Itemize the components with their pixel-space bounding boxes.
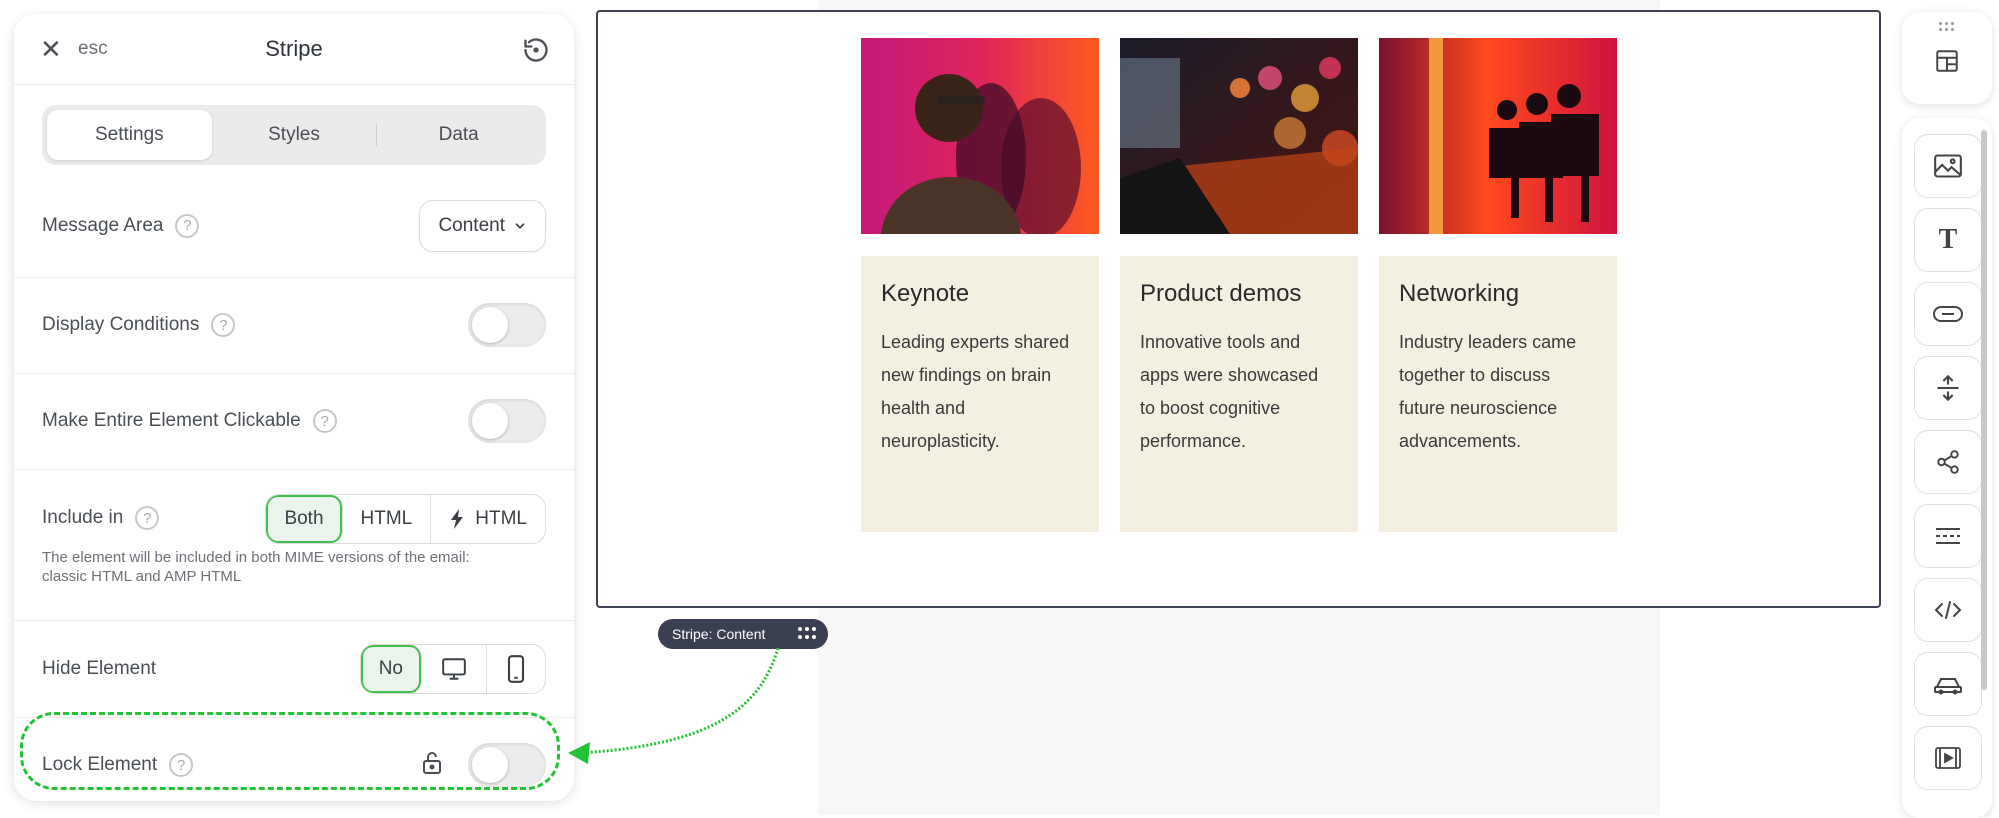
hide-element-selector: No [359,644,546,694]
amp-html-label: HTML [475,508,527,529]
message-area-label: Message Area [42,214,164,236]
tab-settings[interactable]: Settings [47,110,212,160]
make-clickable-row: Make Entire Element Clickable ? [14,373,574,470]
text-icon[interactable]: T [1914,208,1982,272]
esc-label: esc [78,38,108,59]
display-conditions-label: Display Conditions [42,314,200,335]
drag-dots-icon[interactable] [1939,22,1954,31]
make-clickable-label: Make Entire Element Clickable [42,410,301,431]
video-icon[interactable] [1914,726,1982,790]
drag-handle-icon[interactable] [798,627,816,639]
help-icon[interactable]: ? [135,506,160,530]
include-in-selector: Both HTML HTML [265,494,546,544]
stripe-selection-outline[interactable] [596,10,1881,608]
message-area-row: Message Area ? Content [14,174,574,278]
tab-data[interactable]: Data [376,110,541,160]
toolbar-top [1902,12,1992,104]
panel-tabs: Settings Styles Data [42,105,546,165]
lightning-icon [451,509,464,529]
highlight-annotation [20,712,560,790]
social-icon[interactable] [1914,430,1982,494]
desktop-icon[interactable] [422,645,487,693]
panel-header: ✕ esc Stripe [14,14,574,85]
include-amp-html-button[interactable]: HTML [431,495,545,543]
history-icon[interactable] [522,36,550,69]
message-area-value: Content [438,214,505,236]
close-icon[interactable]: ✕ [40,34,68,65]
message-area-dropdown[interactable]: Content [419,199,546,252]
mobile-icon[interactable] [487,645,545,693]
display-conditions-toggle[interactable] [468,303,546,347]
hide-element-label: Hide Element [42,658,157,679]
make-clickable-toggle[interactable] [468,399,546,443]
layout-blocks-icon[interactable] [1934,48,1960,79]
include-both-button[interactable]: Both [266,495,343,543]
include-html-button[interactable]: HTML [343,495,432,543]
hide-element-row: Hide Element No [14,621,574,718]
arrow-annotation [568,647,780,764]
help-icon[interactable]: ? [211,313,236,337]
display-conditions-row: Display Conditions ? [14,277,574,374]
toolbar-scrollbar[interactable] [1981,130,1987,690]
button-icon[interactable] [1914,282,1982,346]
chevron-down-icon [515,222,525,229]
amp-icon[interactable] [1914,652,1982,716]
tab-styles[interactable]: Styles [212,110,377,160]
spacer-icon[interactable] [1914,356,1982,420]
hide-no-button[interactable]: No [360,645,422,693]
include-in-row: Include in ? Both HTML HTML [14,469,574,621]
divider-icon[interactable] [1914,504,1982,568]
toolbar-blocks: T [1902,118,1992,818]
help-icon[interactable]: ? [175,213,200,238]
settings-panel: ✕ esc Stripe Settings Styles Data Messag… [14,14,574,801]
include-in-help: The element will be included in both MIM… [42,549,470,585]
include-in-label: Include in [42,507,124,528]
image-icon[interactable] [1914,134,1982,198]
help-icon[interactable]: ? [312,409,337,433]
html-icon[interactable] [1914,578,1982,642]
